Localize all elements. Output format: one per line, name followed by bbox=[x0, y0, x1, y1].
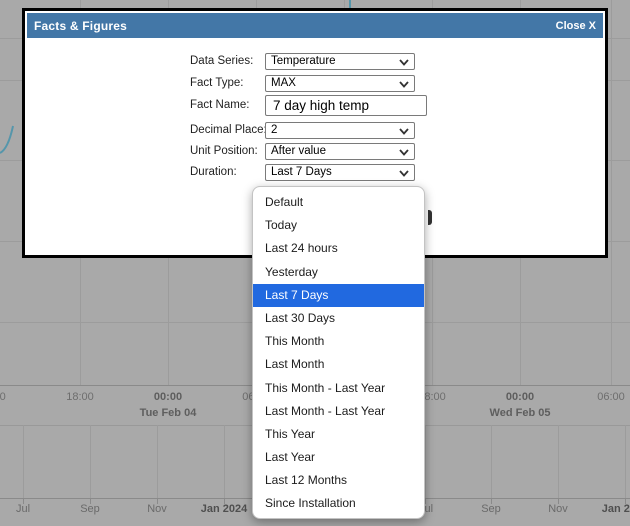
data-series-value: Temperature bbox=[271, 54, 336, 69]
dropdown-option[interactable]: Default bbox=[253, 191, 424, 214]
chevron-down-icon bbox=[399, 149, 409, 156]
dropdown-option[interactable]: Last 7 Days bbox=[253, 284, 424, 307]
dropdown-option[interactable]: Last 12 Months bbox=[253, 469, 424, 492]
navigator-gridline bbox=[157, 425, 158, 498]
duration-dropdown-popup: DefaultTodayLast 24 hoursYesterdayLast 7… bbox=[252, 186, 425, 519]
decimal-place-value: 2 bbox=[271, 123, 277, 138]
navigator-month-label: Nov bbox=[548, 503, 568, 515]
unit-position-label: Unit Position: bbox=[190, 143, 258, 160]
chevron-down-icon bbox=[399, 59, 409, 66]
dropdown-option[interactable]: Today bbox=[253, 214, 424, 237]
navigator-gridline bbox=[224, 425, 225, 498]
navigator-month-label: Sep bbox=[80, 503, 100, 515]
unit-position-select[interactable]: After value bbox=[265, 143, 415, 160]
dropdown-option[interactable]: This Month - Last Year bbox=[253, 377, 424, 400]
dropdown-option[interactable]: Yesterday bbox=[253, 261, 424, 284]
duration-value: Last 7 Days bbox=[271, 165, 332, 180]
fact-name-label: Fact Name: bbox=[190, 95, 249, 116]
dropdown-option[interactable]: Last Year bbox=[253, 446, 424, 469]
xaxis-day-label: Wed Feb 05 bbox=[490, 407, 551, 419]
dropdown-option[interactable]: Since Installation bbox=[253, 492, 424, 515]
data-series-label: Data Series: bbox=[190, 53, 253, 70]
navigator-gridline bbox=[625, 425, 626, 498]
fact-type-value: MAX bbox=[271, 76, 296, 91]
close-button[interactable]: Close X bbox=[556, 20, 596, 32]
xaxis-time-label: 18:00 bbox=[66, 391, 94, 403]
fact-name-input[interactable] bbox=[265, 95, 427, 116]
modal-titlebar: Facts & Figures Close X bbox=[27, 13, 603, 38]
navigator-month-label: Nov bbox=[147, 503, 167, 515]
navigator-gridline bbox=[491, 425, 492, 498]
xaxis-time-label: 12:00 bbox=[0, 391, 6, 403]
fact-type-label: Fact Type: bbox=[190, 75, 243, 92]
navigator-month-label: Jul bbox=[16, 503, 30, 515]
navigator-gridline bbox=[425, 425, 426, 498]
dropdown-option[interactable]: This Year bbox=[253, 423, 424, 446]
chevron-down-icon bbox=[399, 128, 409, 135]
navigator-gridline bbox=[90, 425, 91, 498]
navigator-month-label: Jan 2025 bbox=[602, 503, 630, 515]
xaxis-time-label: 00:00 bbox=[154, 391, 182, 403]
decimal-place-label: Decimal Place: bbox=[190, 122, 267, 139]
dropdown-option[interactable]: Last Month bbox=[253, 353, 424, 376]
modal-title: Facts & Figures bbox=[34, 19, 127, 33]
partially-hidden-button[interactable] bbox=[428, 210, 432, 225]
data-series-select[interactable]: Temperature bbox=[265, 53, 415, 70]
facts-figures-screen: 12:0018:0000:00Tue Feb 0406:0018:0000:00… bbox=[0, 0, 630, 526]
temperature-series-line bbox=[0, 120, 22, 160]
navigator-month-label: Jan 2024 bbox=[201, 503, 247, 515]
dropdown-option[interactable]: This Month bbox=[253, 330, 424, 353]
dropdown-option[interactable]: Last 30 Days bbox=[253, 307, 424, 330]
xaxis-time-label: 06:00 bbox=[597, 391, 625, 403]
chevron-down-icon bbox=[399, 81, 409, 88]
dropdown-option[interactable]: Last Month - Last Year bbox=[253, 400, 424, 423]
navigator-gridline bbox=[23, 425, 24, 498]
duration-select[interactable]: Last 7 Days bbox=[265, 164, 415, 181]
navigator-month-label: Sep bbox=[481, 503, 501, 515]
fact-type-select[interactable]: MAX bbox=[265, 75, 415, 92]
decimal-place-select[interactable]: 2 bbox=[265, 122, 415, 139]
duration-label: Duration: bbox=[190, 164, 237, 181]
xaxis-time-label: 00:00 bbox=[506, 391, 534, 403]
dropdown-option[interactable]: Last 24 hours bbox=[253, 237, 424, 260]
chevron-down-icon bbox=[399, 170, 409, 177]
navigator-gridline bbox=[558, 425, 559, 498]
xaxis-day-label: Tue Feb 04 bbox=[140, 407, 197, 419]
unit-position-value: After value bbox=[271, 144, 326, 159]
gridline bbox=[611, 0, 612, 385]
